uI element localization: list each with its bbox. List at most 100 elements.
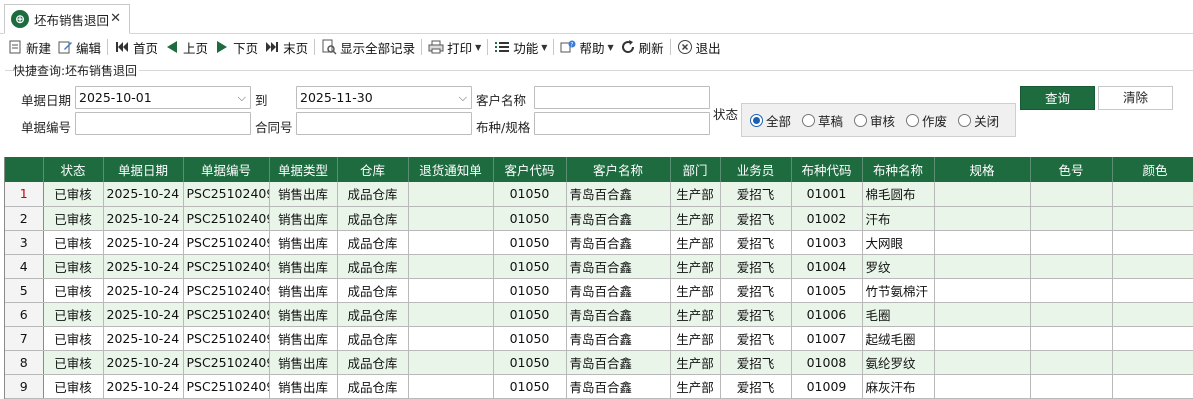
cell-doc-type[interactable]: 销售出库 xyxy=(269,326,338,351)
cell-color-no[interactable] xyxy=(1030,254,1113,279)
cell-fabric-name[interactable]: 麻灰汗布 xyxy=(862,374,935,399)
cell-customer-code[interactable]: 01050 xyxy=(493,182,567,207)
status-radio-void[interactable]: 作废 xyxy=(906,111,947,130)
row-number-cell[interactable]: 9 xyxy=(5,374,44,399)
cell-doc-type[interactable]: 销售出库 xyxy=(269,254,338,279)
cell-status[interactable]: 已审核 xyxy=(43,326,104,351)
cell-color-no[interactable] xyxy=(1030,302,1113,327)
column-header-doc-no[interactable]: 单据编号 xyxy=(183,157,270,182)
column-header-department[interactable]: 部门 xyxy=(670,157,721,182)
cell-status[interactable]: 已审核 xyxy=(43,350,104,375)
cell-salesperson[interactable]: 爱招飞 xyxy=(720,182,792,207)
cell-department[interactable]: 生产部 xyxy=(670,254,721,279)
table-row[interactable]: 1 已审核 2025-10-24 PSC25102409 销售出库 成品仓库 01050 青岛… xyxy=(5,182,1193,207)
column-header-row-number[interactable] xyxy=(5,157,44,182)
row-number-cell[interactable]: 1 xyxy=(5,182,44,207)
cell-fabric-code[interactable]: 01008 xyxy=(791,350,863,375)
cell-doc-no[interactable]: PSC25102409 xyxy=(183,278,270,303)
cell-doc-type[interactable]: 销售出库 xyxy=(269,302,338,327)
cell-fabric-code[interactable]: 01003 xyxy=(791,230,863,255)
query-button[interactable]: 查询 xyxy=(1020,86,1095,110)
cell-color[interactable] xyxy=(1112,326,1193,351)
cell-warehouse[interactable]: 成品仓库 xyxy=(337,374,409,399)
cell-doc-date[interactable]: 2025-10-24 xyxy=(103,278,184,303)
clear-button[interactable]: 清除 xyxy=(1098,86,1173,110)
cell-department[interactable]: 生产部 xyxy=(670,350,721,375)
cell-color-no[interactable] xyxy=(1030,206,1113,231)
cell-doc-no[interactable]: PSC25102409 xyxy=(183,230,270,255)
cell-spec[interactable] xyxy=(934,182,1031,207)
cell-salesperson[interactable]: 爱招飞 xyxy=(720,374,792,399)
cell-color[interactable] xyxy=(1112,182,1193,207)
cell-fabric-code[interactable]: 01004 xyxy=(791,254,863,279)
cell-doc-type[interactable]: 销售出库 xyxy=(269,206,338,231)
cell-doc-no[interactable]: PSC25102409 xyxy=(183,302,270,327)
cell-doc-no[interactable]: PSC25102409 xyxy=(183,374,270,399)
cell-spec[interactable] xyxy=(934,350,1031,375)
cell-status[interactable]: 已审核 xyxy=(43,374,104,399)
row-number-cell[interactable]: 7 xyxy=(5,326,44,351)
table-row[interactable]: 6 已审核 2025-10-24 PSC25102409 销售出库 成品仓库 01050 青岛… xyxy=(5,302,1193,327)
column-header-color-no[interactable]: 色号 xyxy=(1030,157,1113,182)
next-page-button[interactable]: 下页 xyxy=(211,36,261,58)
cell-fabric-code[interactable]: 01002 xyxy=(791,206,863,231)
cell-customer-code[interactable]: 01050 xyxy=(493,278,567,303)
cell-doc-no[interactable]: PSC25102409 xyxy=(183,206,270,231)
cell-customer-code[interactable]: 01050 xyxy=(493,326,567,351)
cell-salesperson[interactable]: 爱招飞 xyxy=(720,326,792,351)
cell-department[interactable]: 生产部 xyxy=(670,374,721,399)
cell-doc-date[interactable]: 2025-10-24 xyxy=(103,350,184,375)
column-header-doc-type[interactable]: 单据类型 xyxy=(269,157,338,182)
cell-doc-date[interactable]: 2025-10-24 xyxy=(103,374,184,399)
cell-doc-type[interactable]: 销售出库 xyxy=(269,350,338,375)
cell-warehouse[interactable]: 成品仓库 xyxy=(337,326,409,351)
cell-customer-name[interactable]: 青岛百合鑫 xyxy=(566,230,671,255)
tab-pi-fabric-sales-return[interactable]: ⊕ 坯布销售退回 ✕ xyxy=(4,4,130,34)
cell-spec[interactable] xyxy=(934,278,1031,303)
cell-status[interactable]: 已审核 xyxy=(43,302,104,327)
cell-doc-type[interactable]: 销售出库 xyxy=(269,182,338,207)
cell-doc-no[interactable]: PSC25102409 xyxy=(183,182,270,207)
row-number-cell[interactable]: 8 xyxy=(5,350,44,375)
cell-color[interactable] xyxy=(1112,350,1193,375)
contract-no-input[interactable] xyxy=(296,112,472,135)
table-row[interactable]: 2 已审核 2025-10-24 PSC25102409 销售出库 成品仓库 01050 青岛… xyxy=(5,206,1193,231)
cell-fabric-code[interactable]: 01009 xyxy=(791,374,863,399)
cell-color-no[interactable] xyxy=(1030,326,1113,351)
column-header-warehouse[interactable]: 仓库 xyxy=(337,157,409,182)
cell-fabric-name[interactable]: 起绒毛圈 xyxy=(862,326,935,351)
table-row[interactable]: 9 已审核 2025-10-24 PSC25102409 销售出库 成品仓库 01050 青岛… xyxy=(5,374,1193,399)
table-row[interactable]: 4 已审核 2025-10-24 PSC25102409 销售出库 成品仓库 01050 青岛… xyxy=(5,254,1193,279)
cell-return-notice[interactable] xyxy=(408,278,494,303)
cell-color-no[interactable] xyxy=(1030,182,1113,207)
cell-status[interactable]: 已审核 xyxy=(43,230,104,255)
cell-color[interactable] xyxy=(1112,230,1193,255)
cell-salesperson[interactable]: 爱招飞 xyxy=(720,230,792,255)
last-page-button[interactable]: 末页 xyxy=(261,36,311,58)
cell-customer-code[interactable]: 01050 xyxy=(493,302,567,327)
table-row[interactable]: 8 已审核 2025-10-24 PSC25102409 销售出库 成品仓库 01050 青岛… xyxy=(5,350,1193,375)
cell-fabric-code[interactable]: 01001 xyxy=(791,182,863,207)
cell-return-notice[interactable] xyxy=(408,254,494,279)
cell-salesperson[interactable]: 爱招飞 xyxy=(720,254,792,279)
cell-spec[interactable] xyxy=(934,302,1031,327)
cell-customer-name[interactable]: 青岛百合鑫 xyxy=(566,278,671,303)
cell-status[interactable]: 已审核 xyxy=(43,182,104,207)
cell-status[interactable]: 已审核 xyxy=(43,278,104,303)
cell-doc-type[interactable]: 销售出库 xyxy=(269,278,338,303)
cell-customer-name[interactable]: 青岛百合鑫 xyxy=(566,206,671,231)
cell-warehouse[interactable]: 成品仓库 xyxy=(337,302,409,327)
status-radio-draft[interactable]: 草稿 xyxy=(802,111,843,130)
first-page-button[interactable]: 首页 xyxy=(111,36,161,58)
customer-name-input[interactable] xyxy=(534,86,710,109)
cell-customer-code[interactable]: 01050 xyxy=(493,374,567,399)
cell-return-notice[interactable] xyxy=(408,350,494,375)
doc-no-input[interactable] xyxy=(75,112,251,135)
cell-warehouse[interactable]: 成品仓库 xyxy=(337,254,409,279)
cell-return-notice[interactable] xyxy=(408,326,494,351)
cell-department[interactable]: 生产部 xyxy=(670,230,721,255)
row-number-cell[interactable]: 2 xyxy=(5,206,44,231)
column-header-customer-code[interactable]: 客户代码 xyxy=(493,157,567,182)
column-header-doc-date[interactable]: 单据日期 xyxy=(103,157,184,182)
column-header-fabric-name[interactable]: 布种名称 xyxy=(862,157,935,182)
